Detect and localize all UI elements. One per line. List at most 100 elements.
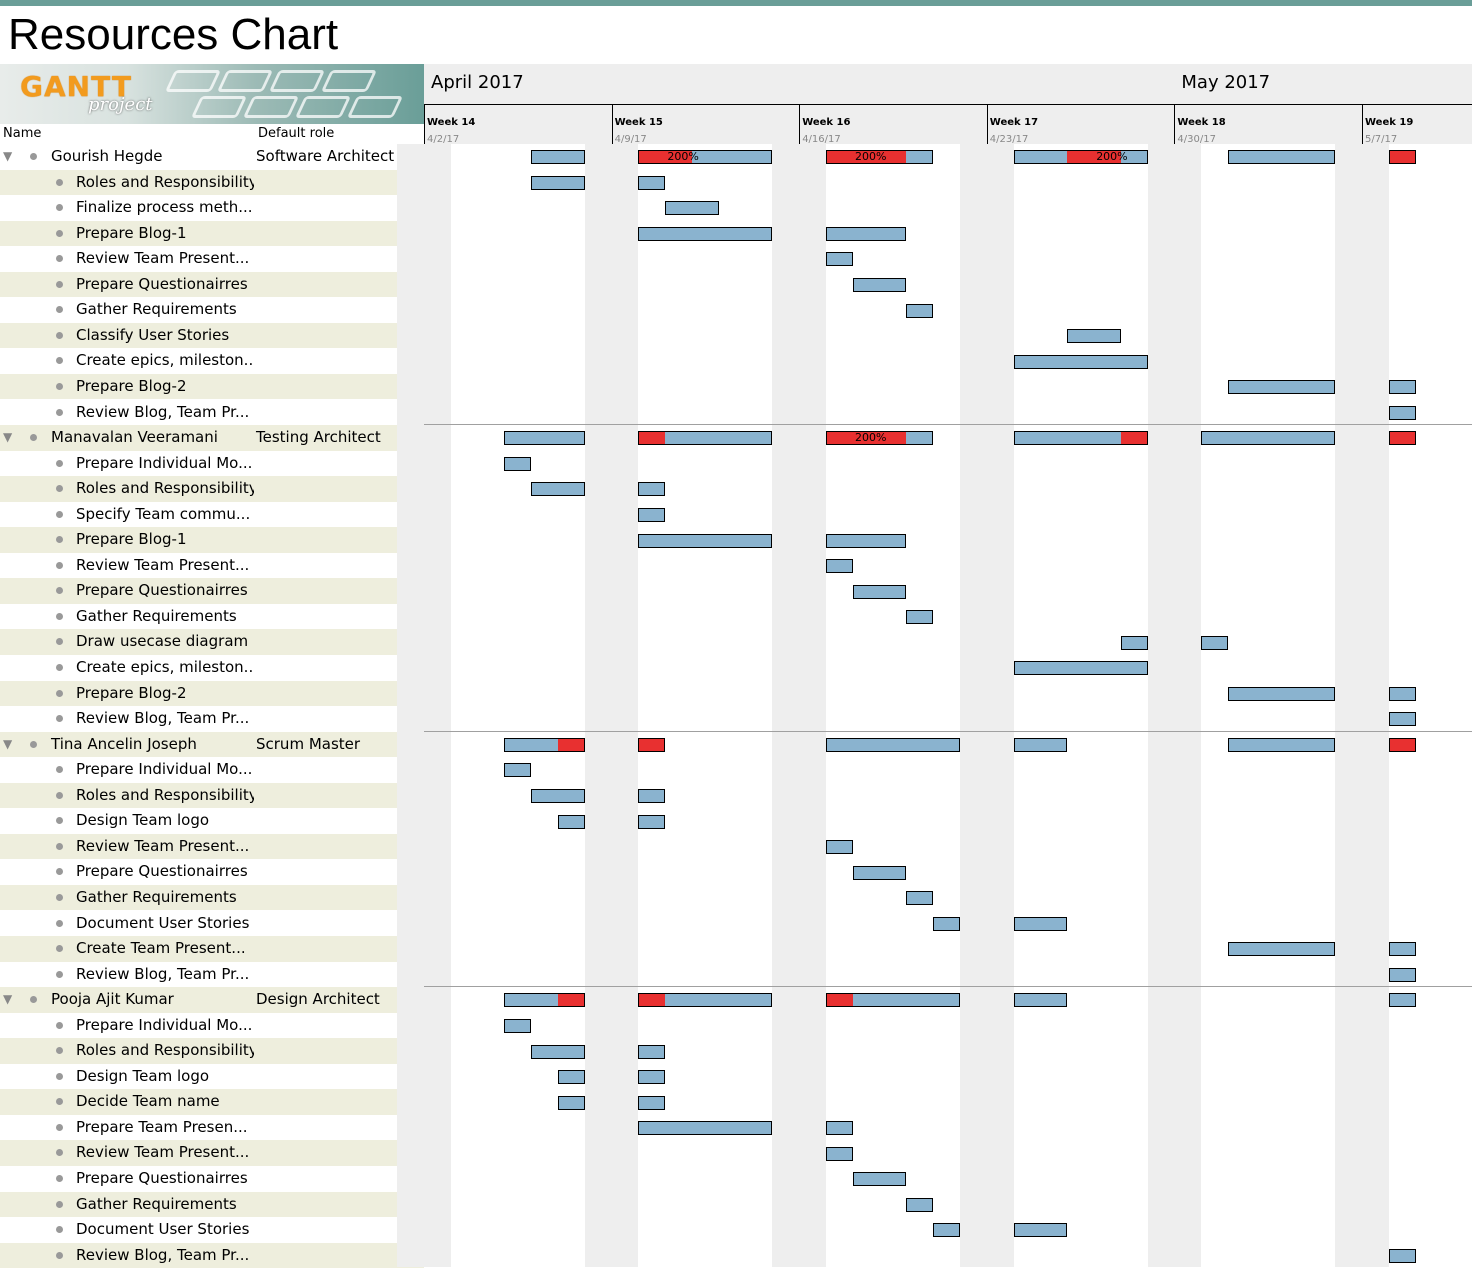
load-bar[interactable]: [826, 993, 960, 1008]
task-row[interactable]: Review Blog, Team Pr...: [0, 706, 424, 732]
task-row[interactable]: Prepare Questionairres: [0, 1166, 424, 1192]
load-bar[interactable]: [504, 456, 532, 471]
load-bar[interactable]: [906, 610, 934, 625]
task-row[interactable]: Specify Team commu...: [0, 502, 424, 528]
load-bar[interactable]: [1388, 942, 1416, 957]
load-bar[interactable]: [504, 993, 585, 1008]
load-bar[interactable]: [638, 789, 666, 804]
collapse-triangle-icon[interactable]: ▼: [3, 987, 12, 1013]
load-bar[interactable]: [1388, 431, 1416, 446]
load-bar[interactable]: [1013, 354, 1148, 369]
load-bar[interactable]: [638, 175, 666, 190]
load-bar[interactable]: [1201, 635, 1228, 650]
load-bar[interactable]: [1388, 686, 1416, 701]
load-bar[interactable]: [1067, 329, 1121, 344]
load-bar[interactable]: [504, 763, 532, 778]
task-row[interactable]: Gather Requirements: [0, 604, 424, 630]
load-bar[interactable]: [638, 1095, 666, 1110]
load-bar[interactable]: [826, 226, 907, 241]
load-bar[interactable]: [1388, 405, 1416, 420]
task-row[interactable]: Prepare Team Presen...: [0, 1115, 424, 1141]
task-row[interactable]: Decide Team name: [0, 1089, 424, 1115]
task-row[interactable]: Prepare Questionairres: [0, 578, 424, 604]
load-bar[interactable]: [1388, 712, 1416, 727]
load-bar[interactable]: [1388, 150, 1416, 165]
load-bar[interactable]: [826, 533, 907, 548]
task-row[interactable]: Roles and Responsibility: [0, 476, 424, 502]
task-row[interactable]: Prepare Individual Mo...: [0, 1013, 424, 1039]
collapse-triangle-icon[interactable]: ▼: [3, 425, 12, 451]
resource-row[interactable]: ▼ Manavalan Veeramani Testing Architect: [0, 425, 424, 451]
load-bar[interactable]: [906, 891, 934, 906]
task-row[interactable]: Review Team Present...: [0, 1140, 424, 1166]
load-bar[interactable]: [531, 175, 585, 190]
task-row[interactable]: Design Team logo: [0, 808, 424, 834]
load-bar[interactable]: [826, 252, 853, 267]
load-bar[interactable]: 200%: [638, 150, 773, 165]
load-bar[interactable]: [826, 840, 853, 855]
load-bar[interactable]: [1388, 380, 1416, 395]
task-row[interactable]: Prepare Blog-1: [0, 527, 424, 553]
load-bar[interactable]: [638, 507, 666, 522]
column-header-role[interactable]: Default role: [258, 126, 334, 141]
load-bar[interactable]: [638, 993, 773, 1008]
resource-row[interactable]: ▼ Pooja Ajit Kumar Design Architect: [0, 987, 424, 1013]
load-bar[interactable]: [1228, 150, 1336, 165]
load-bar[interactable]: [852, 584, 907, 599]
load-bar[interactable]: [852, 865, 907, 880]
load-bar[interactable]: [504, 737, 585, 752]
load-bar[interactable]: 200%: [826, 431, 934, 446]
load-bar[interactable]: [558, 814, 585, 829]
task-row[interactable]: Prepare Questionairres: [0, 271, 424, 298]
load-bar[interactable]: [638, 737, 666, 752]
load-bar[interactable]: [504, 1018, 532, 1033]
task-row[interactable]: Gather Requirements: [0, 297, 424, 323]
load-bar[interactable]: [1013, 661, 1148, 676]
column-header-name[interactable]: Name: [3, 126, 41, 141]
task-row[interactable]: Review Blog, Team Pr...: [0, 1242, 424, 1268]
task-row[interactable]: Prepare Blog-2: [0, 680, 424, 707]
resource-row[interactable]: ▼ Tina Ancelin Joseph Scrum Master: [0, 731, 424, 758]
load-bar[interactable]: [638, 1070, 666, 1085]
load-bar[interactable]: [1201, 431, 1336, 446]
load-bar[interactable]: [638, 1121, 773, 1136]
load-bar[interactable]: [531, 482, 585, 497]
task-row[interactable]: Classify User Stories: [0, 322, 424, 349]
load-bar[interactable]: [1013, 916, 1068, 931]
task-row[interactable]: Prepare Individual Mo...: [0, 451, 424, 477]
task-row[interactable]: Prepare Blog-1: [0, 220, 424, 247]
load-bar[interactable]: [852, 278, 907, 293]
task-row[interactable]: Create epics, mileston...: [0, 655, 424, 681]
load-bar[interactable]: [826, 1146, 853, 1161]
load-bar[interactable]: [1388, 737, 1416, 752]
load-bar[interactable]: 200%: [1013, 150, 1148, 165]
task-row[interactable]: Create Team Present...: [0, 936, 424, 962]
load-bar[interactable]: [531, 1044, 585, 1059]
load-bar[interactable]: [1013, 431, 1148, 446]
load-bar[interactable]: [638, 431, 773, 446]
load-bar[interactable]: [665, 201, 719, 216]
load-bar[interactable]: [638, 482, 666, 497]
load-bar[interactable]: [1388, 993, 1416, 1008]
load-bar[interactable]: [638, 1044, 666, 1059]
task-row[interactable]: Review Team Present...: [0, 246, 424, 272]
load-bar[interactable]: [1013, 993, 1068, 1008]
collapse-triangle-icon[interactable]: ▼: [3, 732, 12, 758]
load-bar[interactable]: [852, 1172, 907, 1187]
load-bar[interactable]: [1388, 967, 1416, 982]
task-row[interactable]: Roles and Responsibility: [0, 1038, 424, 1064]
task-row[interactable]: Review Team Present...: [0, 553, 424, 579]
load-bar[interactable]: [558, 1095, 585, 1110]
task-row[interactable]: Design Team logo: [0, 1064, 424, 1090]
load-bar[interactable]: [1228, 686, 1336, 701]
load-bar[interactable]: [933, 916, 960, 931]
load-bar[interactable]: [1228, 942, 1336, 957]
load-bar[interactable]: [558, 1070, 585, 1085]
task-row[interactable]: Prepare Blog-2: [0, 373, 424, 400]
load-bar[interactable]: [638, 533, 773, 548]
load-bar[interactable]: [1228, 737, 1336, 752]
task-row[interactable]: Prepare Questionairres: [0, 859, 424, 885]
task-row[interactable]: Roles and Responsibility: [0, 169, 424, 196]
load-bar[interactable]: [531, 789, 585, 804]
task-row[interactable]: Roles and Responsibility: [0, 782, 424, 809]
